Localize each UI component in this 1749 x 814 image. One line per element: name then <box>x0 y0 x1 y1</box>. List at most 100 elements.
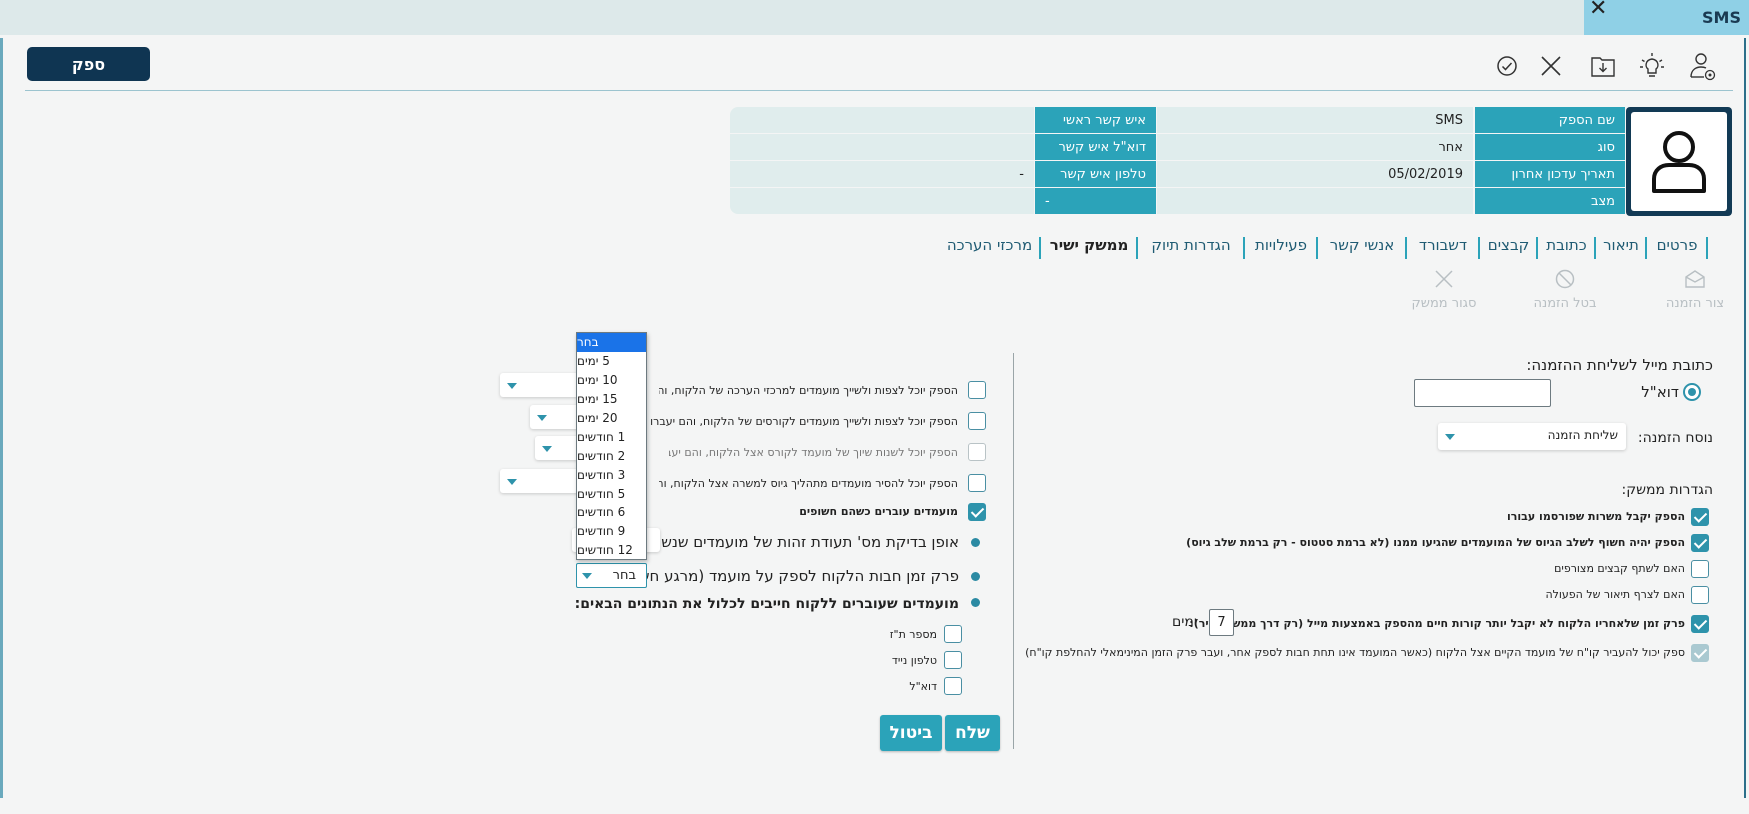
lightbulb-icon[interactable] <box>1638 52 1666 80</box>
tab-contacts[interactable]: אנשי קשר <box>1319 236 1405 260</box>
setting-label-4: האם לצרף תיאור של הפעולה <box>1545 588 1685 601</box>
dropdown-option[interactable]: 3 חודשים <box>577 465 646 484</box>
required-label-phone: טלפון נייד <box>891 654 937 667</box>
setting-checkbox-1[interactable] <box>1691 508 1709 526</box>
status-value <box>1157 188 1473 214</box>
chevron-down-icon <box>507 478 517 485</box>
tab-address[interactable]: כתובת <box>1539 236 1594 260</box>
setting-checkbox-5[interactable] <box>1691 615 1709 633</box>
save-check-icon[interactable] <box>1493 52 1521 80</box>
left-checkbox-1[interactable] <box>968 381 986 399</box>
dropdown-option[interactable]: 6 חודשים <box>577 503 646 522</box>
left-checkbox-2[interactable] <box>968 412 986 430</box>
email-input[interactable] <box>1414 379 1551 407</box>
dropdown-option[interactable]: 1 חודשים <box>577 427 646 446</box>
left-label-3: הספק יוכל לשנות שיוך של מועמד לקורס אצל … <box>669 446 958 459</box>
dropdown-option[interactable]: בחר <box>577 333 646 352</box>
left-label-1: הספק יוכל לצפות ולשייך מועמדים למרכזי הע… <box>659 384 958 397</box>
tab-files[interactable]: קבצים <box>1481 236 1536 260</box>
contact-phone-value: - <box>730 161 1034 187</box>
tab-activities[interactable]: פעילויות <box>1246 236 1316 260</box>
cancel-order-action[interactable]: בטל הזמנה <box>1525 268 1605 311</box>
chevron-down-icon <box>507 382 517 389</box>
type-label: סוג <box>1475 134 1625 160</box>
setting-label-3: האם לשתף קבצים מצורפים <box>1554 562 1685 575</box>
email-radio-label: דוא"ל <box>1641 383 1679 401</box>
left-label-5: מועמדים עוברים כשהם חשופים <box>799 505 958 518</box>
setting-checkbox-6[interactable] <box>1691 644 1709 662</box>
user-settings-icon[interactable] <box>1689 52 1717 81</box>
window-tab[interactable]: ✕ SMS <box>1584 0 1749 35</box>
create-order-action[interactable]: צור הזמנה <box>1655 268 1735 311</box>
left-checkbox-4[interactable] <box>968 474 986 492</box>
chevron-down-icon <box>537 414 547 421</box>
dropdown-option[interactable]: 10 ימים <box>577 371 646 390</box>
setting-checkbox-4[interactable] <box>1691 586 1709 604</box>
left-label-2: הספק יוכל לצפות ולשייך מועמדים לקורסים ש… <box>649 415 958 428</box>
dropdown-option[interactable]: 9 חודשים <box>577 522 646 541</box>
type-value: אחר <box>1157 134 1473 160</box>
version-select[interactable]: שליחת הזמנה <box>1438 423 1626 450</box>
dropdown-option[interactable]: 5 ימים <box>577 352 646 371</box>
liability-dropdown-list[interactable]: בחר 5 ימים 10 ימים 15 ימים 20 ימים 1 חוד… <box>576 332 647 560</box>
liability-select[interactable]: בחר <box>576 563 647 588</box>
tab-description[interactable]: תיאור <box>1597 236 1645 260</box>
close-icon[interactable] <box>1537 52 1565 80</box>
dropdown-option[interactable]: 20 ימים <box>577 409 646 428</box>
status-dash: - <box>1035 188 1156 214</box>
contact-phone-label: טלפון איש קשר <box>1035 161 1156 187</box>
version-label: נוסח הזמנה: <box>1637 430 1713 446</box>
tab-details[interactable]: פרטים <box>1648 236 1706 260</box>
setting-label-6: ספק יכול להעביר קו"ח של מועמד הקיים אצל … <box>1025 646 1685 659</box>
dropdown-option[interactable]: 2 חודשים <box>577 446 646 465</box>
close-interface-action[interactable]: סגור ממשק <box>1404 268 1484 311</box>
toolbar-divider <box>25 90 1733 91</box>
title-bar <box>0 0 1749 35</box>
left-border <box>0 38 3 798</box>
required-checkbox-phone[interactable] <box>944 651 962 669</box>
required-heading: מועמדים שעוברים ללקוח חייבים לכלול את הנ… <box>574 596 959 612</box>
last-update-label: תאריך עדכון אחרון <box>1475 161 1625 187</box>
envelope-icon <box>1655 268 1735 296</box>
dropdown-option[interactable]: 5 חודשים <box>577 484 646 503</box>
bullet <box>971 572 980 581</box>
days-label: ימים <box>1172 614 1198 630</box>
left-checkbox-5[interactable] <box>968 503 986 521</box>
left-label-4: הספק יוכל להסיר מועמדים מתהליך גיוס למשר… <box>659 477 958 490</box>
supplier-name-value: SMS <box>1157 107 1473 133</box>
settings-heading: הגדרות ממשק: <box>1621 482 1713 498</box>
bullet <box>971 538 980 547</box>
bullet <box>971 598 980 607</box>
window-tab-title: SMS <box>1702 8 1741 27</box>
tab-assessment-centers[interactable]: מרכזי הערכה <box>940 236 1039 260</box>
liability-label: פרק זמן חבות הלקוח לספק על מועמד (מרגע ח… <box>601 567 959 585</box>
folder-download-icon[interactable] <box>1589 52 1617 80</box>
id-method-label: אופן בדיקת מס' תעודת זהות של מועמדים שנש… <box>624 533 959 551</box>
close-icon[interactable]: ✕ <box>1589 0 1607 21</box>
chevron-down-icon <box>1445 433 1455 440</box>
close-icon <box>1404 268 1484 296</box>
required-checkbox-id[interactable] <box>944 625 962 643</box>
dropdown-option[interactable]: 15 ימים <box>577 390 646 409</box>
required-checkbox-email[interactable] <box>944 677 962 695</box>
ban-icon <box>1525 268 1605 296</box>
required-label-email: דוא"ל <box>909 680 937 693</box>
setting-label-5: פרק זמן שלאחריו הלקוח לא יקבל יותר קורות… <box>1189 617 1685 630</box>
left-checkbox-3[interactable] <box>968 443 986 461</box>
cancel-button[interactable]: ביטול <box>880 715 942 751</box>
right-border <box>1744 38 1746 798</box>
avatar <box>1626 107 1732 216</box>
email-radio[interactable] <box>1683 383 1701 401</box>
status-label: מצב <box>1475 188 1625 214</box>
days-input[interactable]: 7 <box>1209 609 1234 636</box>
dropdown-option[interactable]: 12 חודשים <box>577 541 646 560</box>
tab-direct-interface[interactable]: ממשק ישיר <box>1042 236 1136 260</box>
tab-filing-settings[interactable]: הגדרות תיוק <box>1139 236 1243 260</box>
tab-dashboard[interactable]: דשבורד <box>1408 236 1478 260</box>
last-update-value: 05/02/2019 <box>1157 161 1473 187</box>
setting-checkbox-2[interactable] <box>1691 534 1709 552</box>
setting-checkbox-3[interactable] <box>1691 560 1709 578</box>
send-button[interactable]: שלח <box>945 715 1000 751</box>
panel-divider <box>1013 353 1014 749</box>
supplier-button[interactable]: ספק <box>27 47 150 81</box>
